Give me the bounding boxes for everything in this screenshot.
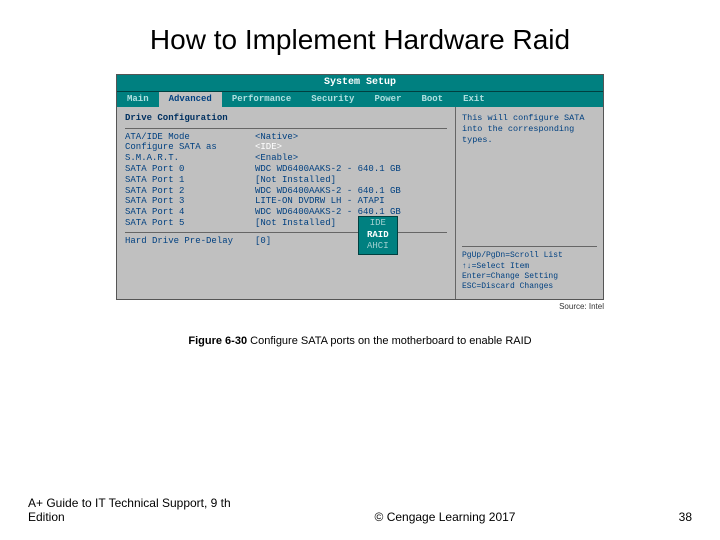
row-label: SATA Port 5 bbox=[125, 218, 255, 229]
row-value: LITE-ON DVDRW LH - ATAPI bbox=[255, 196, 447, 207]
key-hint: Enter=Change Setting bbox=[462, 272, 597, 282]
bios-tab-boot: Boot bbox=[411, 92, 453, 107]
divider bbox=[125, 232, 447, 233]
figure-caption: Figure 6-30 Configure SATA ports on the … bbox=[0, 335, 720, 347]
caption-text: Configure SATA ports on the motherboard … bbox=[247, 335, 532, 347]
bios-row: SATA Port 3LITE-ON DVDRW LH - ATAPI bbox=[125, 196, 447, 207]
bios-tab-main: Main bbox=[117, 92, 159, 107]
sata-mode-dropdown: IDE RAID AHCI bbox=[358, 216, 398, 255]
row-label: SATA Port 1 bbox=[125, 175, 255, 186]
key-hint: PgUp/PgDn=Scroll List bbox=[462, 251, 597, 261]
bios-tab-bar: Main Advanced Performance Security Power… bbox=[117, 92, 603, 107]
row-label: Configure SATA as bbox=[125, 142, 255, 153]
dropdown-option: IDE bbox=[367, 218, 389, 230]
bios-tab-security: Security bbox=[301, 92, 364, 107]
bios-row-predelay: Hard Drive Pre-Delay [0] bbox=[125, 236, 447, 247]
footer-book-title: A+ Guide to IT Technical Support, 9 th E… bbox=[28, 496, 258, 524]
row-label: SATA Port 4 bbox=[125, 207, 255, 218]
bios-key-legend: PgUp/PgDn=Scroll List ↑↓=Select Item Ent… bbox=[462, 246, 597, 293]
bios-row: S.M.A.R.T.<Enable> bbox=[125, 153, 447, 164]
bios-row: Configure SATA as<IDE> bbox=[125, 142, 447, 153]
slide-title: How to Implement Hardware Raid bbox=[0, 0, 720, 74]
bios-row: SATA Port 4WDC WD6400AAKS-2 - 640.1 GB bbox=[125, 207, 447, 218]
bios-row: SATA Port 2WDC WD6400AAKS-2 - 640.1 GB bbox=[125, 186, 447, 197]
row-label: SATA Port 0 bbox=[125, 164, 255, 175]
row-value: [0] bbox=[255, 236, 447, 247]
row-value: <Enable> bbox=[255, 153, 447, 164]
bios-row: SATA Port 1[Not Installed] bbox=[125, 175, 447, 186]
key-hint: ↑↓=Select Item bbox=[462, 262, 597, 272]
divider bbox=[125, 128, 447, 129]
bios-help-text: This will configure SATA into the corres… bbox=[462, 113, 597, 146]
row-label: Hard Drive Pre-Delay bbox=[125, 236, 255, 247]
bios-main-panel: Drive Configuration ATA/IDE Mode<Native>… bbox=[117, 107, 455, 299]
bios-screenshot: System Setup Main Advanced Performance S… bbox=[116, 74, 604, 300]
dropdown-option-selected: RAID bbox=[367, 230, 389, 242]
bios-section-title: Drive Configuration bbox=[125, 113, 447, 124]
bios-body: Drive Configuration ATA/IDE Mode<Native>… bbox=[117, 107, 603, 299]
row-value: WDC WD6400AAKS-2 - 640.1 GB bbox=[255, 186, 447, 197]
bios-header: System Setup bbox=[117, 75, 603, 92]
row-label: SATA Port 2 bbox=[125, 186, 255, 197]
row-value: WDC WD6400AAKS-2 - 640.1 GB bbox=[255, 164, 447, 175]
footer-copyright: © Cengage Learning 2017 bbox=[258, 510, 632, 524]
key-hint: ESC=Discard Changes bbox=[462, 282, 597, 292]
bios-tab-exit: Exit bbox=[453, 92, 495, 107]
caption-figure-number: Figure 6-30 bbox=[188, 335, 247, 347]
row-value: WDC WD6400AAKS-2 - 640.1 GB bbox=[255, 207, 447, 218]
row-value: <Native> bbox=[255, 132, 447, 143]
footer-page-number: 38 bbox=[632, 510, 692, 524]
row-label: S.M.A.R.T. bbox=[125, 153, 255, 164]
dropdown-option: AHCI bbox=[367, 241, 389, 253]
row-value: [Not Installed] bbox=[255, 175, 447, 186]
row-label: SATA Port 3 bbox=[125, 196, 255, 207]
source-credit: Source: Intel bbox=[116, 302, 604, 311]
bios-tab-power: Power bbox=[364, 92, 411, 107]
bios-tab-advanced: Advanced bbox=[159, 92, 222, 107]
bios-row: ATA/IDE Mode<Native> bbox=[125, 132, 447, 143]
bios-window: System Setup Main Advanced Performance S… bbox=[116, 74, 604, 300]
row-value: [Not Installed] bbox=[255, 218, 447, 229]
slide-footer: A+ Guide to IT Technical Support, 9 th E… bbox=[0, 496, 720, 524]
row-label: ATA/IDE Mode bbox=[125, 132, 255, 143]
row-value: <IDE> bbox=[255, 142, 447, 153]
bios-side-panel: This will configure SATA into the corres… bbox=[455, 107, 603, 299]
bios-tab-performance: Performance bbox=[222, 92, 301, 107]
bios-row: SATA Port 0WDC WD6400AAKS-2 - 640.1 GB bbox=[125, 164, 447, 175]
bios-row: SATA Port 5[Not Installed] bbox=[125, 218, 447, 229]
